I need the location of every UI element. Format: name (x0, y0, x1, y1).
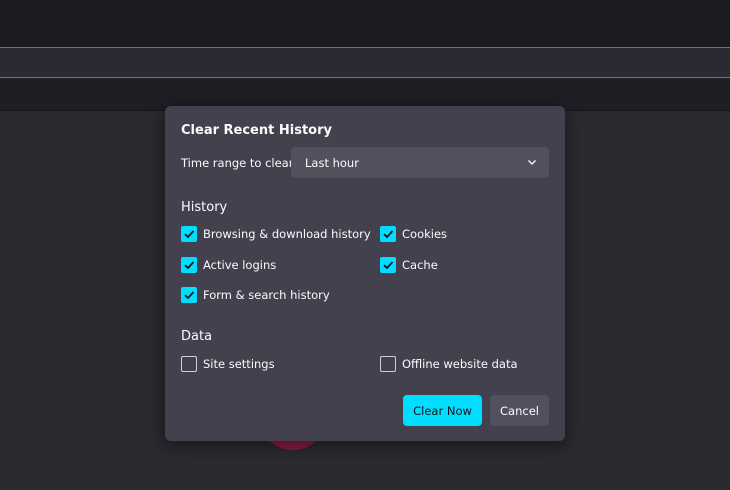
checkbox-checked[interactable] (181, 257, 197, 273)
checkmark-icon (383, 230, 394, 239)
checkbox-active-logins[interactable]: Active logins (181, 257, 276, 273)
checkbox-label: Site settings (203, 357, 275, 371)
checkbox-browsing-history[interactable]: Browsing & download history (181, 226, 371, 242)
checkbox-cookies[interactable]: Cookies (380, 226, 447, 242)
checkbox-label: Offline website data (402, 357, 518, 371)
time-range-label: Time range to clear: (181, 156, 298, 170)
cancel-button[interactable]: Cancel (490, 395, 549, 426)
checkbox-label: Cookies (402, 227, 448, 241)
checkbox-checked[interactable] (181, 226, 197, 242)
checkbox-checked[interactable] (181, 287, 197, 303)
checkbox-label: Active logins (203, 258, 277, 272)
checkbox-label: Cache (402, 258, 438, 272)
checkbox-label: Browsing & download history (203, 227, 371, 241)
clear-history-dialog: Clear Recent History Time range to clear… (165, 106, 565, 441)
time-range-value: Last hour (305, 155, 359, 170)
checkbox-form-search-history[interactable]: Form & search history (181, 287, 330, 303)
checkmark-icon (184, 291, 195, 300)
data-heading: Data (181, 329, 213, 344)
history-heading: History (181, 200, 228, 215)
checkbox-checked[interactable] (380, 257, 396, 273)
checkbox-site-settings[interactable]: Site settings (181, 356, 275, 372)
checkmark-icon (184, 261, 195, 270)
checkbox-unchecked[interactable] (181, 356, 197, 372)
time-range-select[interactable]: Last hour (291, 147, 549, 178)
checkbox-label: Form & search history (203, 288, 330, 302)
chevron-down-icon (528, 160, 536, 165)
checkmark-icon (184, 230, 195, 239)
browser-tab-strip (0, 0, 730, 47)
address-bar[interactable] (0, 47, 730, 78)
checkbox-unchecked[interactable] (380, 356, 396, 372)
clear-now-button[interactable]: Clear Now (403, 395, 482, 426)
checkmark-icon (383, 261, 394, 270)
checkbox-checked[interactable] (380, 226, 396, 242)
dialog-title: Clear Recent History (181, 123, 332, 138)
checkbox-cache[interactable]: Cache (380, 257, 438, 273)
checkbox-offline-website-data[interactable]: Offline website data (380, 356, 518, 372)
